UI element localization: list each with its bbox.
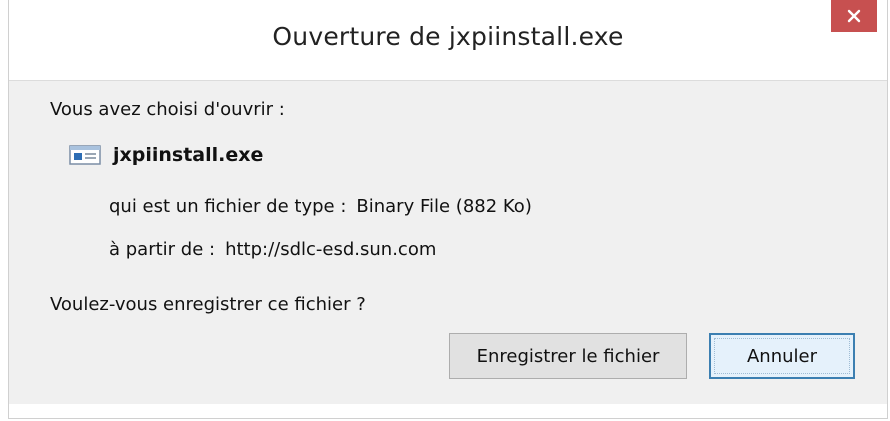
- title-bar: Ouverture de jxpiinstall.exe: [9, 0, 887, 80]
- dialog-content: Vous avez choisi d'ouvrir : jxpiinstall.…: [9, 80, 887, 404]
- file-type-label: qui est un fichier de type :: [109, 196, 347, 217]
- file-name: jxpiinstall.exe: [113, 144, 264, 166]
- source-value: http://sdlc-esd.sun.com: [225, 239, 437, 260]
- file-row: jxpiinstall.exe: [69, 144, 263, 166]
- save-question: Voulez-vous enregistrer ce fichier ?: [50, 294, 366, 315]
- cancel-button[interactable]: Annuler: [709, 333, 855, 379]
- save-file-button[interactable]: Enregistrer le fichier: [449, 333, 687, 379]
- close-button[interactable]: [831, 0, 877, 32]
- source-label: à partir de :: [109, 239, 216, 260]
- cancel-button-label: Annuler: [746, 345, 817, 367]
- file-type-value: Binary File (882 Ko): [356, 196, 532, 217]
- close-icon: [847, 9, 861, 23]
- file-type-row: qui est un fichier de type : Binary File…: [109, 196, 532, 217]
- application-file-icon: [69, 145, 101, 165]
- window-title: Ouverture de jxpiinstall.exe: [272, 22, 624, 51]
- download-dialog-window: Ouverture de jxpiinstall.exe Vous avez c…: [8, 0, 888, 419]
- opening-prompt: Vous avez choisi d'ouvrir :: [50, 99, 285, 120]
- source-row: à partir de : http://sdlc-esd.sun.com: [109, 239, 436, 260]
